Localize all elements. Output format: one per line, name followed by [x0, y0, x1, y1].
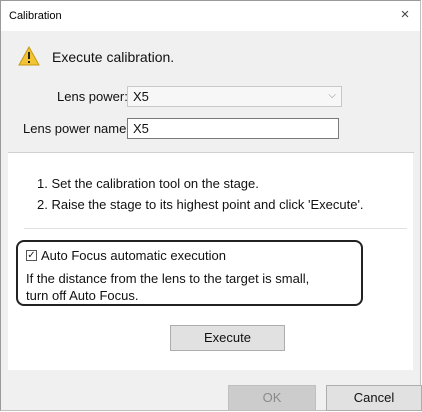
- auto-focus-label[interactable]: Auto Focus automatic execution: [41, 248, 226, 263]
- chevron-down-icon: ⌵: [328, 90, 336, 101]
- close-button[interactable]: ×: [390, 1, 420, 31]
- lens-power-name-input[interactable]: X5: [127, 118, 339, 139]
- cancel-button[interactable]: Cancel: [326, 385, 422, 411]
- lens-power-name-value: X5: [133, 121, 149, 136]
- lens-power-name-label: Lens power name:: [23, 121, 130, 136]
- auto-focus-description-line1: If the distance from the lens to the tar…: [26, 271, 310, 286]
- header-text: Execute calibration.: [52, 49, 175, 65]
- ok-button[interactable]: OK: [228, 385, 316, 411]
- warning-icon: [18, 46, 40, 66]
- lens-power-select[interactable]: X5 ⌵: [127, 86, 342, 107]
- execute-button[interactable]: Execute: [170, 325, 285, 351]
- instruction-2: 2. Raise the stage to its highest point …: [37, 197, 364, 212]
- auto-focus-checkbox[interactable]: ✓: [26, 250, 37, 261]
- auto-focus-box: ✓ Auto Focus automatic execution If the …: [16, 240, 363, 306]
- auto-focus-description-line2: turn off Auto Focus.: [26, 288, 139, 303]
- lens-power-label: Lens power:: [57, 89, 128, 104]
- window-title: Calibration: [9, 10, 62, 22]
- instruction-1: 1. Set the calibration tool on the stage…: [37, 176, 259, 191]
- title-bar: Calibration ×: [1, 1, 420, 31]
- lens-power-value: X5: [133, 89, 149, 104]
- section-divider: [24, 228, 407, 229]
